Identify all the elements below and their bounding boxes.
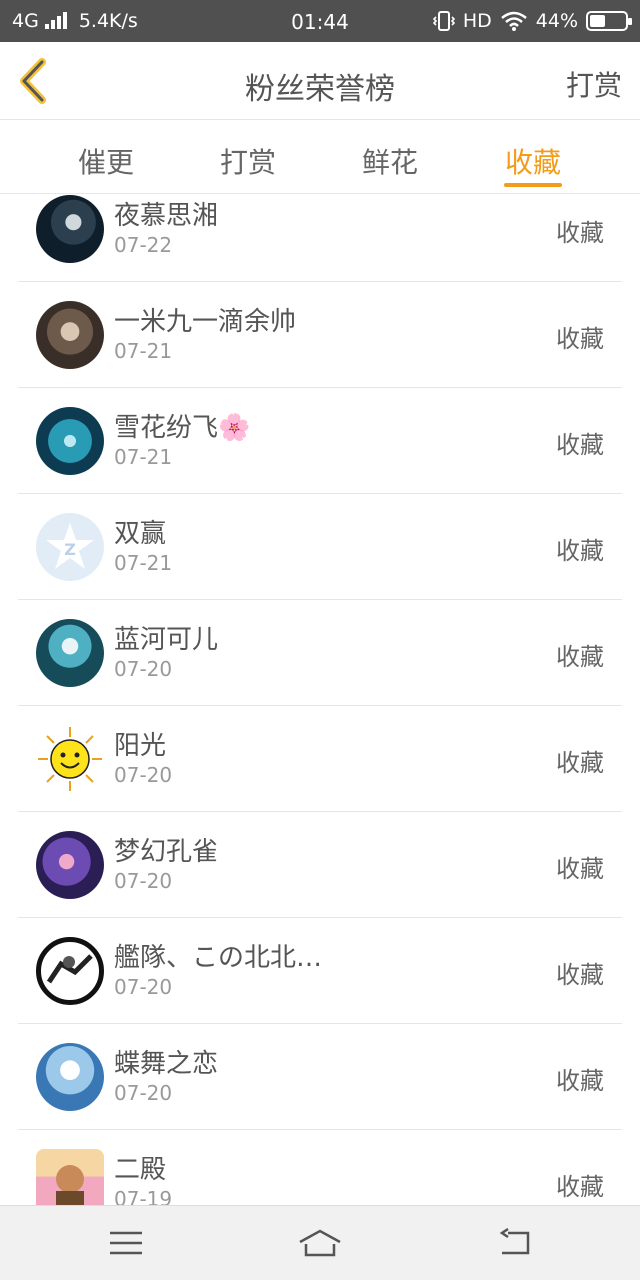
qzone-avatar[interactable]: Z xyxy=(36,513,104,581)
action-label: 收藏 xyxy=(556,537,604,565)
fan-name: 梦幻孔雀 xyxy=(114,837,219,867)
cartoon-icon xyxy=(56,1165,84,1205)
header: 粉丝荣誉榜 打赏 xyxy=(0,42,640,120)
sun-icon xyxy=(38,727,102,791)
hd-label: HD xyxy=(462,10,492,32)
list-item[interactable]: 蓝河可儿 07-20 收藏 xyxy=(18,601,622,706)
action-label: 收藏 xyxy=(556,431,604,459)
fan-name: 蓝河可儿 xyxy=(114,625,219,655)
fan-date: 07-22 xyxy=(114,233,173,257)
tab-active-indicator xyxy=(504,183,562,187)
fan-date: 07-21 xyxy=(114,445,173,469)
tab-bar: 催更 打赏 鲜花 收藏 xyxy=(0,121,640,194)
fan-date: 07-19 xyxy=(114,1187,173,1205)
fan-date: 07-21 xyxy=(114,339,173,363)
list-item[interactable]: 夜慕思湘 07-22 收藏 xyxy=(18,195,622,282)
tab-favorites[interactable]: 收藏 xyxy=(505,141,561,181)
avatar[interactable] xyxy=(36,301,104,369)
fan-date: 07-20 xyxy=(114,869,173,893)
reward-button[interactable]: 打赏 xyxy=(566,64,622,104)
action-label: 收藏 xyxy=(556,749,604,777)
avatar[interactable] xyxy=(36,1149,104,1205)
avatar[interactable] xyxy=(36,619,104,687)
fan-name: 一米九一滴余帅 xyxy=(114,307,297,337)
fan-date: 07-20 xyxy=(114,1081,173,1105)
list-item[interactable]: 蝶舞之恋 07-20 收藏 xyxy=(18,1025,622,1130)
wifi-icon xyxy=(500,11,527,31)
back-icon[interactable] xyxy=(498,1228,534,1258)
figure-icon xyxy=(46,954,93,984)
action-label: 收藏 xyxy=(556,1067,604,1095)
tab-urge[interactable]: 催更 xyxy=(78,141,134,181)
fan-list: 夜慕思湘 07-22 收藏 一米九一滴余帅 07-21 收藏 雪花纷飞🌸 07-… xyxy=(0,195,640,1205)
battery-icon xyxy=(586,11,632,31)
fan-name: 双赢 xyxy=(114,519,167,549)
avatar[interactable] xyxy=(36,195,104,263)
fan-date: 07-20 xyxy=(114,975,173,999)
action-label: 收藏 xyxy=(556,325,604,353)
navigation-bar xyxy=(0,1205,640,1280)
avatar[interactable] xyxy=(36,831,104,899)
avatar[interactable] xyxy=(36,1043,104,1111)
action-label: 收藏 xyxy=(556,643,604,671)
fan-date: 07-20 xyxy=(114,657,173,681)
list-item[interactable]: 梦幻孔雀 07-20 收藏 xyxy=(18,813,622,918)
fan-name: 夜慕思湘 xyxy=(114,201,219,231)
menu-icon[interactable] xyxy=(108,1228,144,1258)
list-item[interactable]: 艦隊、この北北… 07-20 收藏 xyxy=(18,919,622,1024)
status-bar: 4G 5.4K/s 01:44 HD 44% xyxy=(0,0,640,42)
home-icon[interactable] xyxy=(298,1228,342,1258)
avatar[interactable] xyxy=(36,407,104,475)
action-label: 收藏 xyxy=(556,1173,604,1201)
page-title: 粉丝荣誉榜 xyxy=(245,72,395,107)
action-label: 收藏 xyxy=(556,219,604,247)
fan-name: 蝶舞之恋 xyxy=(114,1049,219,1079)
svg-text:Z: Z xyxy=(64,540,76,559)
fan-date: 07-20 xyxy=(114,763,173,787)
fan-date: 07-21 xyxy=(114,551,173,575)
star-icon: Z xyxy=(46,523,94,569)
list-item[interactable]: 一米九一滴余帅 07-21 收藏 xyxy=(18,283,622,388)
action-label: 收藏 xyxy=(556,961,604,989)
avatar[interactable] xyxy=(36,937,104,1005)
list-item[interactable]: 二殿 07-19 收藏 xyxy=(18,1131,622,1205)
battery-percent: 44% xyxy=(535,10,578,32)
fan-name: 雪花纷飞🌸 xyxy=(114,413,251,443)
fan-name: 阳光 xyxy=(114,731,167,761)
fan-name: 二殿 xyxy=(114,1155,167,1185)
fan-name: 艦隊、この北北… xyxy=(114,943,323,973)
tab-flowers[interactable]: 鲜花 xyxy=(362,141,418,181)
action-label: 收藏 xyxy=(556,855,604,883)
vibrate-icon xyxy=(432,11,455,31)
list-item[interactable]: 阳光 07-20 收藏 xyxy=(18,707,622,812)
tab-reward[interactable]: 打赏 xyxy=(220,141,276,181)
status-right: HD 44% xyxy=(432,10,632,32)
list-item[interactable]: 雪花纷飞🌸 07-21 收藏 xyxy=(18,389,622,494)
sun-avatar[interactable] xyxy=(36,725,104,793)
list-item[interactable]: Z 双赢 07-21 收藏 xyxy=(18,495,622,600)
